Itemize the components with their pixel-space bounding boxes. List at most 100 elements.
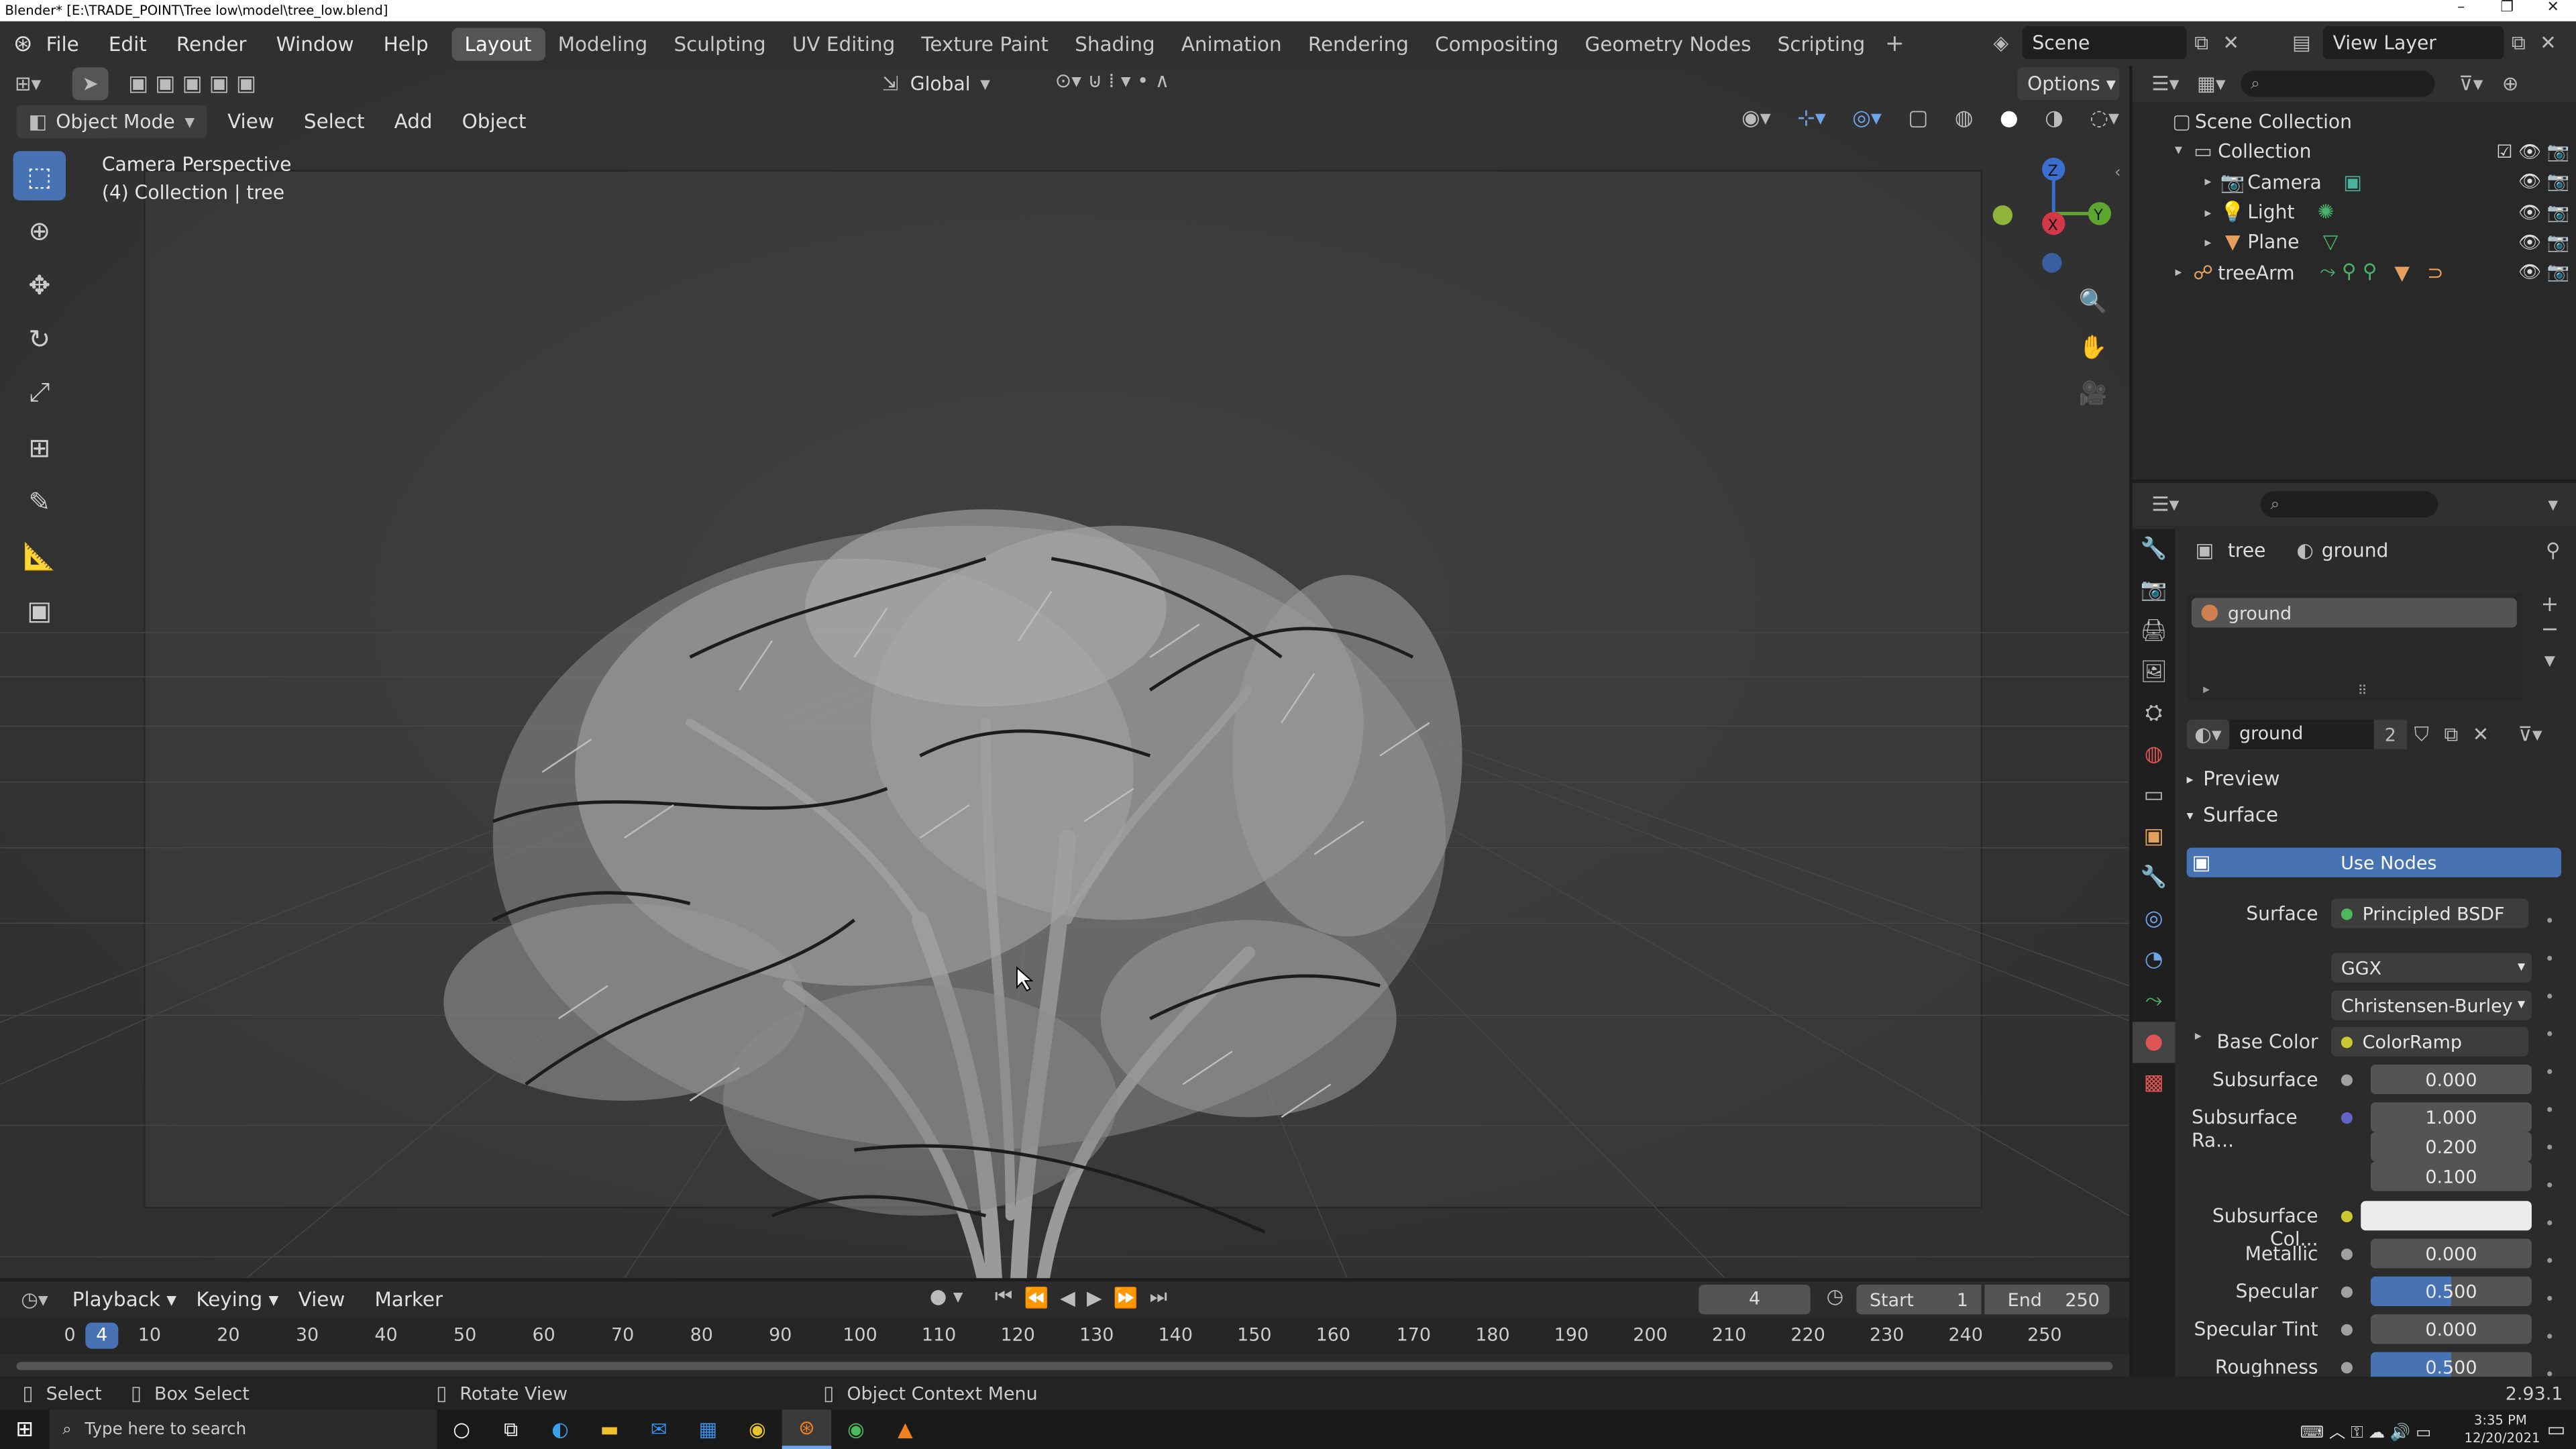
properties-editor-icon[interactable]: ☰▾ [2142, 493, 2188, 516]
material-shading-icon[interactable]: ◑ [2045, 107, 2063, 131]
texture-tab-icon[interactable]: ▩ [2133, 1063, 2176, 1104]
current-frame-field[interactable]: 4 [1699, 1285, 1811, 1315]
treearm-toggles[interactable]: 👁 📷 [2518, 262, 2569, 283]
scene-collection-row[interactable]: ▢ Scene Collection [2133, 107, 2576, 137]
windows-start-icon[interactable]: ⊞ [0, 1417, 49, 1442]
collection-toggles[interactable]: ☑ 👁 📷 [2496, 141, 2569, 162]
transform-orientation[interactable]: ⇲ Global ▾ [877, 67, 994, 100]
outliner-search[interactable]: ⌕ [2241, 70, 2435, 97]
collection-row[interactable]: ▾ ▭ Collection ☑ 👁 📷 [2133, 137, 2576, 167]
tab-uv-editing[interactable]: UV Editing [779, 27, 908, 60]
end-frame-field[interactable]: End 250 [1984, 1285, 2110, 1315]
xray-icon[interactable]: ▢ [1908, 107, 1928, 131]
subsurface-field[interactable]: 0.000 [2370, 1064, 2532, 1095]
slot-menu-icon[interactable]: ▾ [2536, 649, 2563, 674]
taskbar-search[interactable]: ⌕ Type here to search [49, 1409, 437, 1449]
editor-type-icon[interactable]: ⊞▾ [0, 72, 56, 95]
vlc-icon[interactable]: ▲ [881, 1417, 930, 1440]
tab-geometry-nodes[interactable]: Geometry Nodes [1572, 27, 1764, 60]
timeline-scrollbar[interactable] [16, 1362, 2113, 1371]
menu-help[interactable]: Help [384, 32, 429, 55]
browse-material-icon[interactable]: ◐▾ [2186, 719, 2230, 749]
start-frame-field[interactable]: Start 1 [1856, 1285, 1982, 1315]
gizmo-neg-y[interactable] [1992, 205, 2013, 225]
snapping-icons[interactable]: ⊙▾ ⊍ ⁞ ▾ • ∧ [1006, 69, 1219, 92]
outliner-item-plane[interactable]: ▸ ▼ Plane ▽ 👁 📷 [2133, 227, 2576, 257]
scene-name[interactable]: Scene [2022, 26, 2187, 60]
rotate-tool-icon[interactable]: ↻ [13, 314, 66, 363]
tab-scripting[interactable]: Scripting [1764, 27, 1878, 60]
roughness-field[interactable]: 0.500 [2370, 1352, 2532, 1381]
outliner-editor-icon[interactable]: ☰▾ [2142, 72, 2188, 95]
gizmo-neg-z[interactable] [2042, 253, 2062, 273]
surface-panel-header[interactable]: ▾ Surface [2187, 804, 2278, 826]
filter-icon[interactable]: ⊽▾ [2448, 72, 2494, 95]
new-view-layer-icon[interactable]: ⧉ [2504, 30, 2533, 55]
modifier-tab-icon[interactable]: 🔧 [2133, 857, 2176, 898]
wireframe-shading-icon[interactable]: ◍ [1955, 107, 1974, 131]
view-layer-name[interactable]: View Layer [2322, 26, 2504, 60]
plane-toggles[interactable]: 👁 📷 [2518, 231, 2569, 253]
material-users-count[interactable]: 2 [2373, 719, 2407, 749]
menu-add[interactable]: Add [394, 110, 433, 133]
new-scene-icon[interactable]: ⧉ [2187, 30, 2216, 55]
timeline-editor-icon[interactable]: ◷▾ [10, 1288, 59, 1311]
3d-viewport[interactable] [0, 65, 2129, 1279]
options-button[interactable]: Options ▾ [2017, 67, 2120, 101]
camera-view-icon[interactable]: 🎥 [2074, 371, 2113, 417]
menu-marker[interactable]: Marker [374, 1288, 443, 1311]
timeline-ruler[interactable]: 0 4 10 20 30 40 50 60 70 80 90 100 110 1… [0, 1318, 2129, 1354]
data-tab-icon[interactable]: ⤳ [2133, 981, 2176, 1022]
playback-controls[interactable]: ⏮ ⏪ ◀ ▶ ⏩ ⏭ [989, 1285, 1173, 1309]
menu-playback[interactable]: Playback ▾ [72, 1288, 176, 1311]
menu-object[interactable]: Object [462, 110, 527, 133]
cursor-tool-icon[interactable]: ⊕ [13, 205, 66, 254]
tab-texture-paint[interactable]: Texture Paint [908, 27, 1062, 60]
menu-timeline-view[interactable]: View [299, 1288, 345, 1311]
jump-end-icon[interactable]: ⏭ [1150, 1285, 1167, 1309]
scene-selector[interactable]: ◈ Scene ⧉ ✕ [1980, 26, 2246, 60]
tab-compositing[interactable]: Compositing [1422, 27, 1572, 60]
surface-shader-field[interactable]: Principled BSDF [2331, 898, 2529, 928]
subsurface-radius-y-field[interactable]: 0.200 [2370, 1132, 2532, 1162]
menu-edit[interactable]: Edit [109, 32, 147, 55]
playhead-frame[interactable]: 4 [85, 1322, 119, 1349]
tool-tab-icon[interactable]: 🔧 [2133, 529, 2176, 570]
view-layer-selector[interactable]: ▤ View Layer ⧉ ✕ [2280, 26, 2563, 60]
subsurface-color-swatch[interactable] [2361, 1201, 2532, 1231]
subsurface-radius-x-field[interactable]: 1.000 [2370, 1102, 2532, 1132]
render-tab-icon[interactable]: 📷 [2133, 570, 2176, 611]
light-toggles[interactable]: 👁 📷 [2518, 201, 2569, 223]
material-tab-icon[interactable]: ● [2132, 1022, 2176, 1063]
expand-icon[interactable]: ▾ [2169, 144, 2188, 160]
minimize-icon[interactable]: – [2438, 0, 2484, 21]
world-tab-icon[interactable]: ◍ [2133, 735, 2176, 775]
keyframe-dots-lower[interactable]: • • • • • [2545, 1206, 2555, 1380]
blender-logo-icon[interactable]: ⊛ [0, 30, 46, 56]
material-slots-list[interactable]: ground ▸ ⠿ [2186, 593, 2522, 702]
tab-sculpting[interactable]: Sculpting [661, 27, 779, 60]
move-tool-icon[interactable]: ✥ [13, 260, 66, 309]
new-collection-icon[interactable]: ⊕ [2494, 72, 2527, 95]
menu-render[interactable]: Render [176, 32, 247, 55]
auto-keying-icon[interactable]: ● ▾ [923, 1285, 969, 1307]
overlay-toggle-icon[interactable]: ◎▾ [1852, 107, 1882, 131]
tab-animation[interactable]: Animation [1168, 27, 1295, 60]
visibility-icon[interactable]: ◉▾ [1741, 107, 1771, 131]
navigation-gizmo[interactable]: Z Y X [1988, 151, 2119, 273]
object-tab-icon[interactable]: ▣ [2133, 816, 2176, 857]
cortana-icon[interactable]: ○ [437, 1417, 486, 1440]
delete-view-layer-icon[interactable]: ✕ [2533, 32, 2563, 54]
tab-modeling[interactable]: Modeling [545, 27, 661, 60]
play-reverse-icon[interactable]: ◀ [1060, 1285, 1075, 1308]
subsurface-radius-z-field[interactable]: 0.100 [2370, 1161, 2532, 1191]
expand-icon[interactable]: ▸ [2169, 265, 2188, 280]
system-tray-icons[interactable]: ⌨ ︿ ⚿ ☁ 🔊 ▭ [2267, 1417, 2465, 1442]
fake-user-icon[interactable]: ⛉ [2407, 722, 2436, 747]
base-color-field[interactable]: ColorRamp [2331, 1026, 2529, 1057]
outliner-item-treearm[interactable]: ▸ ☍ treeArm ⤳ ⚲ ⚲ ▼ ⊃ 👁 📷 [2133, 257, 2576, 287]
tab-layout[interactable]: Layout [451, 27, 545, 60]
menu-file[interactable]: File [46, 32, 79, 55]
gizmo-toggle-icon[interactable]: ⊹▾ [1797, 107, 1826, 131]
select-box-tool-icon[interactable]: ⬚ [13, 151, 66, 201]
